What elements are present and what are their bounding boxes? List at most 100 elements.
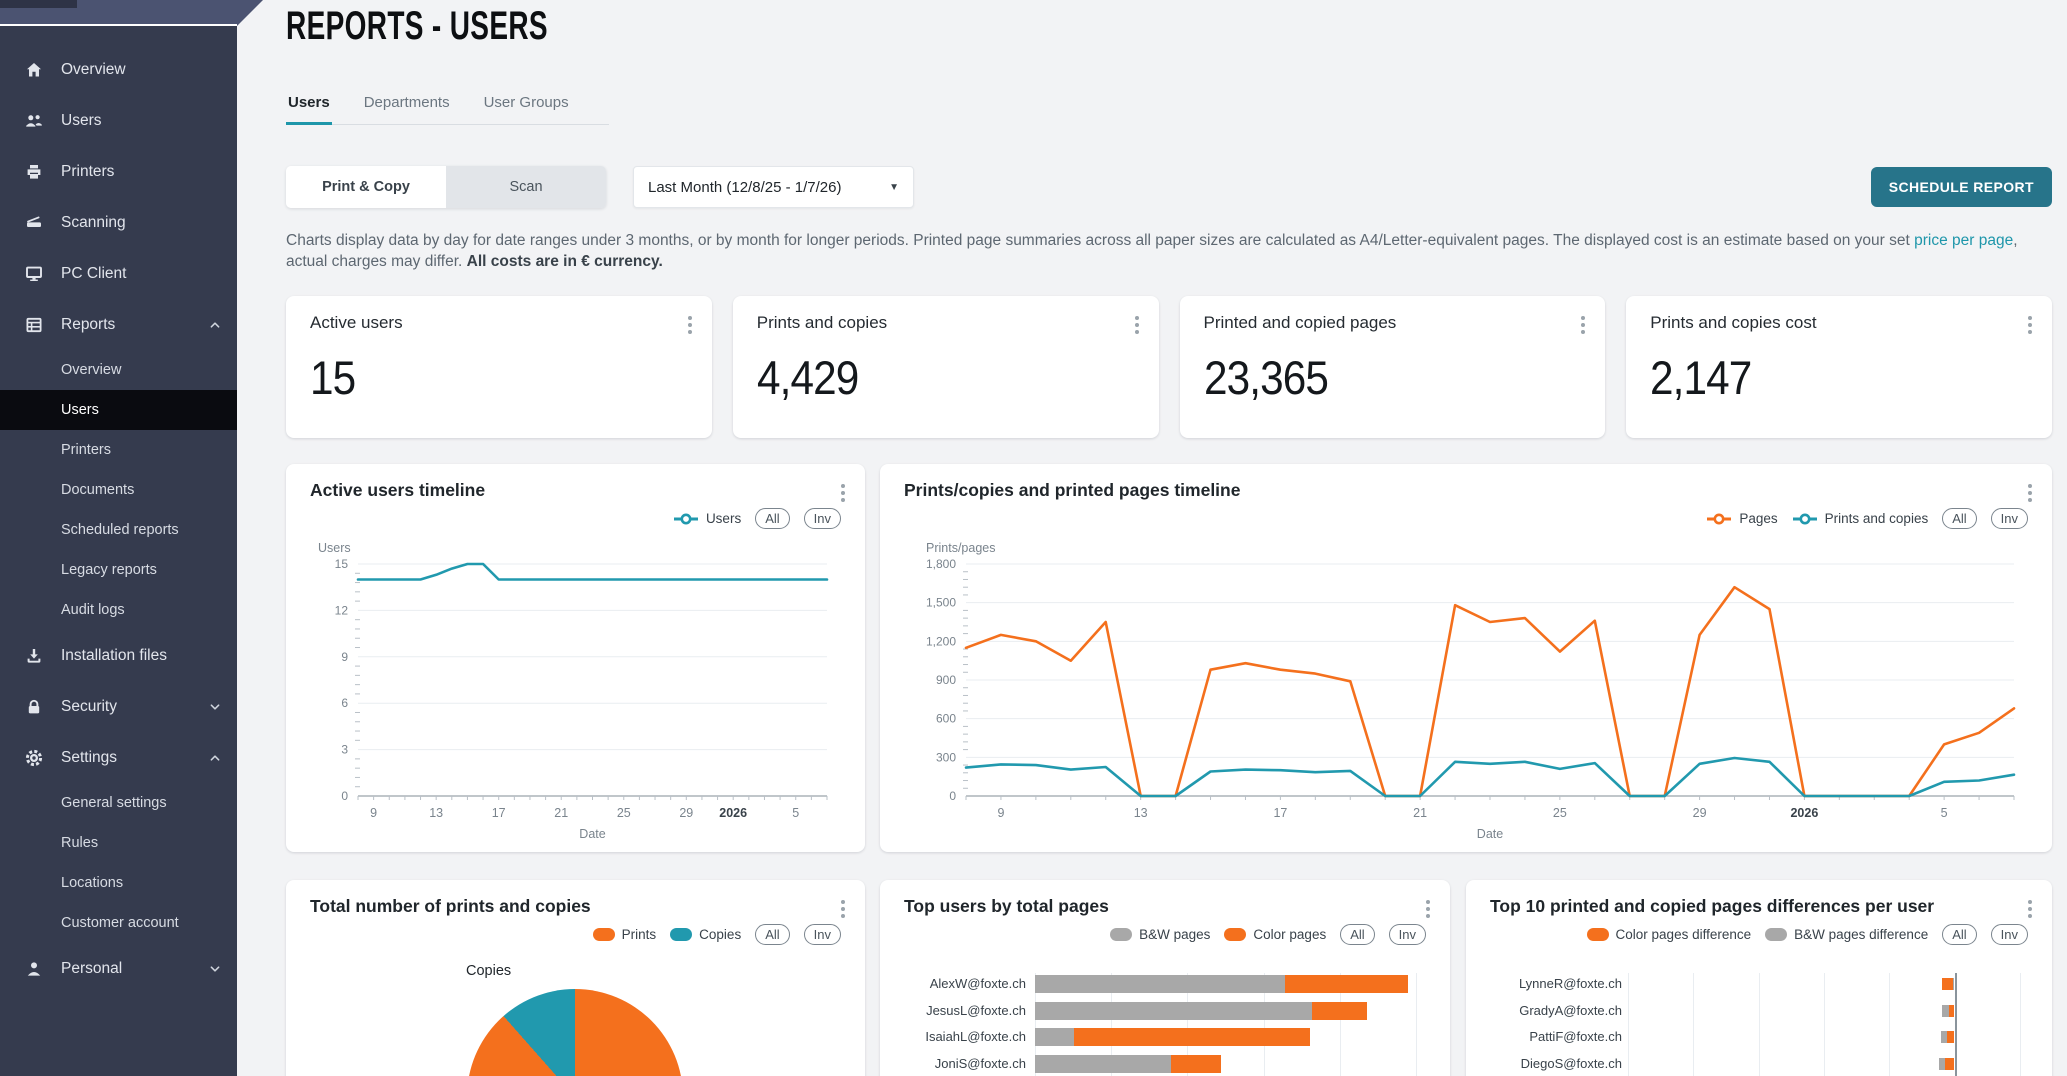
- report-table-icon: [24, 315, 44, 335]
- stat-card-prints-and-copies-cost: Prints and copies cost 2,147: [1626, 296, 2052, 438]
- sidebar-subitem-locations[interactable]: Locations: [0, 863, 237, 903]
- sidebar-item-overview[interactable]: Overview: [0, 44, 237, 95]
- home-icon: [24, 60, 44, 80]
- sidebar-item-printers[interactable]: Printers: [0, 146, 237, 197]
- legend-pill-inv[interactable]: Inv: [1991, 508, 2028, 529]
- period-select-value: Last Month (12/8/25 - 1/7/26): [648, 179, 889, 196]
- bar-segment-color: [1171, 1055, 1221, 1073]
- kebab-menu-icon[interactable]: [2024, 312, 2036, 338]
- legend-pill-inv[interactable]: Inv: [1991, 924, 2028, 945]
- legend-item-color-pages[interactable]: Color pages: [1224, 927, 1326, 942]
- legend-item-b-w-pages-difference[interactable]: B&W pages difference: [1765, 927, 1928, 942]
- legend-pill-all[interactable]: All: [1340, 924, 1374, 945]
- legend-pill-inv[interactable]: Inv: [1389, 924, 1426, 945]
- legend-item-copies[interactable]: Copies: [670, 927, 741, 942]
- bar-segment-color: [1074, 1028, 1311, 1046]
- legend-item-prints-and-copies[interactable]: Prints and copies: [1792, 511, 1929, 526]
- sidebar-item-pc-client[interactable]: PC Client: [0, 248, 237, 299]
- gridline: [1889, 973, 1890, 1076]
- sidebar-subitem-customer-account[interactable]: Customer account: [0, 903, 237, 943]
- sidebar-subitem-general-settings[interactable]: General settings: [0, 783, 237, 823]
- legend-item-color-pages-difference[interactable]: Color pages difference: [1587, 927, 1752, 942]
- kebab-menu-icon[interactable]: [2024, 896, 2036, 922]
- legend-pill-all[interactable]: All: [1942, 508, 1976, 529]
- price-per-page-link[interactable]: price per page: [1914, 232, 2013, 249]
- legend-item-pages[interactable]: Pages: [1706, 511, 1777, 526]
- bar-row-label: JesusL@foxte.ch: [890, 1003, 1026, 1018]
- bar-segment-bw: [1035, 1002, 1312, 1020]
- sidebar-item-label: Personal: [61, 960, 209, 978]
- tab-user-groups[interactable]: User Groups: [482, 86, 571, 124]
- tab-departments[interactable]: Departments: [362, 86, 452, 124]
- legend-swatch: [1224, 928, 1246, 941]
- pie-slice-label: Copies: [466, 963, 511, 979]
- legend-label: Prints and copies: [1825, 511, 1929, 526]
- sidebar-subitem-overview[interactable]: Overview: [0, 350, 237, 390]
- sidebar-subitem-audit-logs[interactable]: Audit logs: [0, 590, 237, 630]
- stat-card-prints-and-copies: Prints and copies 4,429: [733, 296, 1159, 438]
- stat-card-value: 4,429: [757, 350, 858, 405]
- gridline: [1824, 973, 1825, 1076]
- toggle-scan[interactable]: Scan: [446, 166, 606, 208]
- kebab-menu-icon[interactable]: [1422, 896, 1434, 922]
- sidebar-item-scanning[interactable]: Scanning: [0, 197, 237, 248]
- tab-users[interactable]: Users: [286, 86, 332, 125]
- legend-item-prints[interactable]: Prints: [593, 927, 657, 942]
- legend-pill-all[interactable]: All: [755, 508, 789, 529]
- chevron-up-icon: [209, 753, 221, 763]
- sidebar-item-label: Settings: [61, 749, 209, 767]
- svg-text:3: 3: [341, 743, 348, 757]
- card-page-differences: LynneR@foxte.chGradyA@foxte.chPattiF@fox…: [1466, 880, 2052, 1076]
- sidebar-item-security[interactable]: Security: [0, 681, 237, 732]
- toggle-print-copy[interactable]: Print & Copy: [286, 166, 446, 208]
- sidebar-subitem-documents[interactable]: Documents: [0, 470, 237, 510]
- legend-pill-all[interactable]: All: [1942, 924, 1976, 945]
- svg-text:1,500: 1,500: [926, 596, 956, 610]
- sidebar-subitem-legacy-reports[interactable]: Legacy reports: [0, 550, 237, 590]
- schedule-report-button[interactable]: SCHEDULE REPORT: [1871, 167, 2052, 207]
- sidebar-item-label: Reports: [61, 316, 209, 334]
- bar-segment-color: [1942, 978, 1952, 990]
- charts-info-note: Charts display data by day for date rang…: [286, 230, 2037, 272]
- sidebar-item-reports[interactable]: Reports: [0, 299, 237, 350]
- kebab-menu-icon[interactable]: [1577, 312, 1589, 338]
- stat-card-value: 15: [310, 350, 355, 405]
- sidebar-subitem-users[interactable]: Users: [0, 390, 237, 430]
- legend-label: B&W pages difference: [1794, 927, 1928, 942]
- kebab-menu-icon[interactable]: [684, 312, 696, 338]
- bar-segment-bw: [1035, 975, 1285, 993]
- sidebar-item-settings[interactable]: Settings: [0, 732, 237, 783]
- bar-segment-bw: [1035, 1055, 1171, 1073]
- legend-item-users[interactable]: Users: [673, 511, 741, 526]
- sidebar-subitem-scheduled-reports[interactable]: Scheduled reports: [0, 510, 237, 550]
- stat-card-title: Prints and copies: [757, 313, 887, 333]
- svg-text:Date: Date: [579, 827, 605, 841]
- svg-text:29: 29: [1693, 806, 1707, 820]
- sidebar-item-label: Overview: [61, 61, 221, 79]
- sidebar-item-installation-files[interactable]: Installation files: [0, 630, 237, 681]
- sidebar-item-personal[interactable]: Personal: [0, 943, 237, 994]
- chart-title: Prints/copies and printed pages timeline: [904, 480, 1240, 501]
- bar-segment-color: [1285, 975, 1408, 993]
- bar-row-label: GradyA@foxte.ch: [1476, 1003, 1622, 1018]
- period-select[interactable]: Last Month (12/8/25 - 1/7/26) ▼: [633, 166, 914, 208]
- kebab-menu-icon[interactable]: [837, 896, 849, 922]
- download-icon: [24, 646, 44, 666]
- kebab-menu-icon[interactable]: [837, 480, 849, 506]
- svg-text:Date: Date: [1477, 827, 1503, 841]
- chart-legend: Color pages difference B&W pages differen…: [1587, 924, 2028, 945]
- svg-text:1,800: 1,800: [926, 557, 956, 571]
- svg-text:2026: 2026: [1790, 806, 1818, 820]
- svg-text:29: 29: [679, 806, 693, 820]
- legend-pill-inv[interactable]: Inv: [804, 924, 841, 945]
- sidebar-item-users[interactable]: Users: [0, 95, 237, 146]
- kebab-menu-icon[interactable]: [2024, 480, 2036, 506]
- kebab-menu-icon[interactable]: [1131, 312, 1143, 338]
- legend-item-b-w-pages[interactable]: B&W pages: [1110, 927, 1210, 942]
- legend-pill-all[interactable]: All: [755, 924, 789, 945]
- bar-row-label: IsaiahL@foxte.ch: [890, 1029, 1026, 1044]
- svg-text:13: 13: [1134, 806, 1148, 820]
- sidebar-subitem-rules[interactable]: Rules: [0, 823, 237, 863]
- legend-pill-inv[interactable]: Inv: [804, 508, 841, 529]
- sidebar-subitem-printers[interactable]: Printers: [0, 430, 237, 470]
